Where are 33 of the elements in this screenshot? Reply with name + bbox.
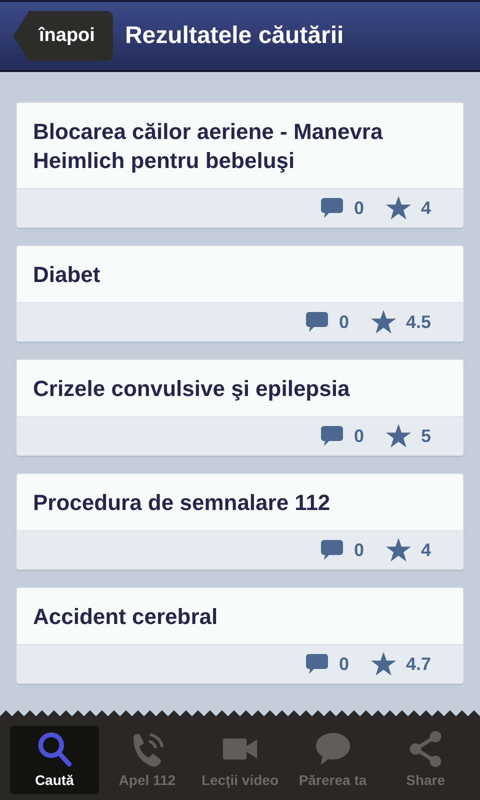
rating-value: 5 [420,426,431,446]
rating-value: 4.7 [406,654,431,674]
comment-count: 0 [354,426,364,446]
result-title: Blocarea căilor aeriene - Manevra Heimlich pentru bebeluşi [32,118,384,175]
comment-count: 0 [354,540,364,560]
result-title: Diabet [32,261,102,289]
star-icon [386,538,411,562]
result-card[interactable]: Crizele convulsive şi epilepsia 0 5 [16,359,464,456]
star-icon [386,424,411,448]
comment-icon [320,539,344,561]
result-title: Procedura de semnalare 112 [32,489,332,517]
comment-count: 0 [354,198,364,218]
comment-icon [304,311,329,333]
rating-value: 4 [420,540,431,560]
star-icon [370,310,396,334]
star-icon [386,196,411,220]
result-title: Crizele convulsive şi epilepsia [32,375,351,403]
result-title: Accident cerebral [32,603,219,631]
comment-icon [320,197,344,219]
tab[interactable]: Caută [10,726,99,794]
comment-count: 0 [338,654,349,674]
star-icon [370,652,396,676]
comment-count: 0 [338,312,349,332]
result-card[interactable]: Diabet 0 4.5 [16,245,464,342]
back-button[interactable]: înapoi [13,11,113,61]
comment-icon [320,425,344,447]
comment-icon [304,653,329,675]
rating-value: 4 [420,198,431,218]
rating-value: 4.5 [406,312,431,332]
result-card[interactable]: Blocarea căilor aeriene - Manevra Heimlich pentru bebeluşi 0 4 [16,102,464,228]
screen-title: Rezultatele căutării [124,22,344,50]
result-card[interactable]: Accident cerebral 0 4.7 [16,587,464,684]
result-card[interactable]: Procedura de semnalare 112 0 4 [16,473,464,570]
